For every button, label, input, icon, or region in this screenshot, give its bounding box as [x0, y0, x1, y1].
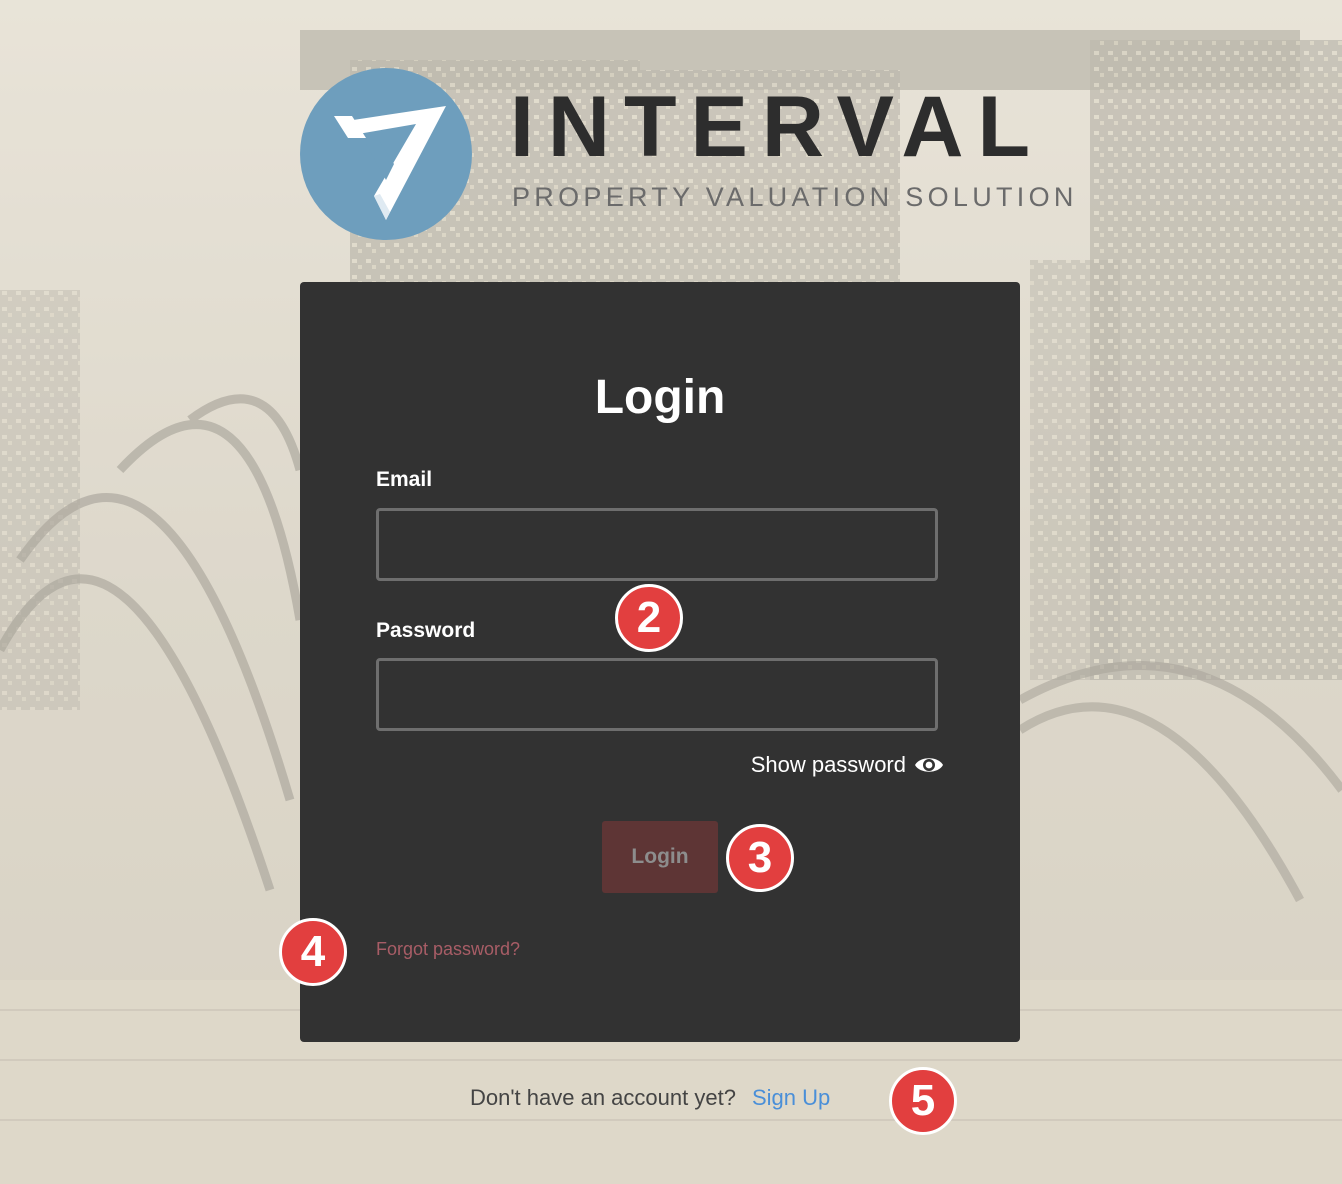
- annotation-marker-5: 5: [889, 1067, 957, 1135]
- interval-v-logo-icon: [300, 68, 472, 240]
- brand-tagline: PROPERTY VALUATION SOLUTION: [512, 182, 1078, 212]
- password-field[interactable]: [376, 658, 938, 731]
- login-title: Login: [594, 371, 726, 424]
- brand-name: INTERVAL: [510, 79, 1045, 175]
- email-field[interactable]: [376, 508, 938, 581]
- signup-prompt: Don't have an account yet? Sign Up: [470, 1085, 830, 1111]
- show-password-label: Show password: [750, 752, 906, 777]
- forgot-password-link[interactable]: Forgot password?: [376, 939, 520, 960]
- brand-logo: INTERVAL PROPERTY VALUATION SOLUTION: [300, 68, 1073, 240]
- sign-up-link[interactable]: Sign Up: [752, 1085, 830, 1111]
- eye-icon: [915, 758, 943, 772]
- login-card: Login Email Password Show password Login…: [300, 282, 1020, 1042]
- signup-text: Don't have an account yet?: [470, 1085, 736, 1110]
- show-password-toggle[interactable]: Show password: [751, 752, 944, 778]
- password-label: Password: [376, 619, 476, 642]
- annotation-marker-4: 4: [279, 918, 347, 986]
- email-label: Email: [376, 468, 433, 491]
- annotation-marker-3: 3: [726, 824, 794, 892]
- login-button[interactable]: Login: [602, 821, 718, 893]
- annotation-marker-2: 2: [615, 584, 683, 652]
